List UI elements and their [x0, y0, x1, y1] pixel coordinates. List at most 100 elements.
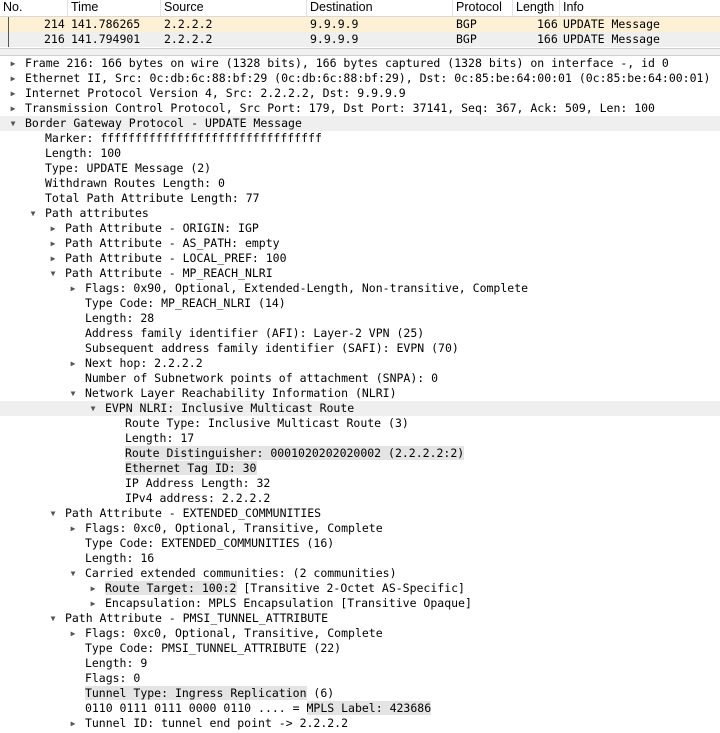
packet-row[interactable]: 214 141.786265 2.2.2.2 9.9.9.9 BGP 166 U…	[0, 17, 720, 32]
tree-item[interactable]: Type: UPDATE Message (2)	[0, 161, 720, 176]
tree-item[interactable]: ▶ Next hop: 2.2.2.2	[0, 356, 720, 371]
tree-item-label: Type Code: EXTENDED_COMMUNITIES (16)	[84, 536, 335, 550]
packet-no: 214	[44, 17, 65, 31]
tree-item[interactable]: ▶ Flags: 0x90, Optional, Extended-Length…	[0, 281, 720, 296]
tree-item[interactable]: Withdrawn Routes Length: 0	[0, 176, 720, 191]
tree-item[interactable]: ▶ Path Attribute - ORIGIN: IGP	[0, 221, 720, 236]
tree-item[interactable]: Marker: ffffffffffffffffffffffffffffffff	[0, 131, 720, 146]
col-info[interactable]: Info	[559, 0, 720, 16]
tree-item-label: Tunnel Type: Ingress Replication (6)	[84, 686, 334, 700]
collapse-arrow-icon[interactable]: ▼	[28, 206, 38, 221]
tree-item[interactable]: Type Code: EXTENDED_COMMUNITIES (16)	[0, 536, 720, 551]
tree-item[interactable]: ▶ Flags: 0xc0, Optional, Transitive, Com…	[0, 626, 720, 641]
tree-gap	[58, 251, 65, 265]
tree-gap	[58, 611, 65, 625]
tree-item[interactable]: ▶ Route Target: 100:2 [Transitive 2-Octe…	[0, 581, 720, 596]
tree-item[interactable]: ▼ Carried extended communities: (2 commu…	[0, 566, 720, 581]
tree-item[interactable]: 0110 0111 0111 0000 0110 .... = MPLS Lab…	[0, 701, 720, 716]
expand-arrow-icon[interactable]: ▶	[8, 71, 18, 86]
tree-item[interactable]: Length: 28	[0, 311, 720, 326]
packet-row[interactable]: 216 141.794901 2.2.2.2 9.9.9.9 BGP 166 U…	[0, 32, 720, 47]
tree-gap	[78, 311, 85, 325]
tree-item-label: Flags: 0xc0, Optional, Transitive, Compl…	[84, 521, 383, 535]
collapse-arrow-icon[interactable]: ▼	[68, 566, 78, 581]
expand-arrow-icon[interactable]: ▶	[68, 626, 78, 641]
expand-arrow-icon[interactable]: ▶	[88, 581, 98, 596]
tree-item[interactable]: Route Type: Inclusive Multicast Route (3…	[0, 416, 720, 431]
tree-item[interactable]: ▶ Ethernet II, Src: 0c:db:6c:88:bf:29 (0…	[0, 71, 720, 86]
expand-arrow-icon[interactable]: ▶	[68, 716, 78, 731]
tree-item-label: Path Attribute - AS_PATH: empty	[64, 236, 280, 250]
tree-item[interactable]: Length: 100	[0, 146, 720, 161]
collapse-arrow-icon[interactable]: ▼	[48, 506, 58, 521]
expand-arrow-icon[interactable]: ▶	[68, 281, 78, 296]
tree-item[interactable]: ▼ Path Attribute - EXTENDED_COMMUNITIES	[0, 506, 720, 521]
expand-arrow-icon[interactable]: ▶	[68, 521, 78, 536]
tree-item[interactable]: Type Code: MP_REACH_NLRI (14)	[0, 296, 720, 311]
col-no[interactable]: No.	[0, 0, 67, 16]
tree-item[interactable]: Tunnel Type: Ingress Replication (6)	[0, 686, 720, 701]
tree-item[interactable]: Length: 9	[0, 656, 720, 671]
packet-destination: 9.9.9.9	[310, 32, 359, 46]
expand-arrow-icon[interactable]: ▶	[68, 356, 78, 371]
collapse-arrow-icon[interactable]: ▼	[88, 401, 98, 416]
tree-item[interactable]: Ethernet Tag ID: 30	[0, 461, 720, 476]
tree-item[interactable]: ▶ Path Attribute - AS_PATH: empty	[0, 236, 720, 251]
tree-item[interactable]: ▼ Path attributes	[0, 206, 720, 221]
tree-gap	[78, 641, 85, 655]
tree-item[interactable]: ▶ Tunnel ID: tunnel end point -> 2.2.2.2	[0, 716, 720, 731]
tree-item[interactable]: ▶ Encapsulation: MPLS Encapsulation [Tra…	[0, 596, 720, 611]
tree-item[interactable]: ▼ Path Attribute - MP_REACH_NLRI	[0, 266, 720, 281]
collapse-arrow-icon[interactable]: ▼	[8, 116, 18, 131]
tree-item[interactable]: Route Distinguisher: 0001020202020002 (2…	[0, 446, 720, 461]
col-protocol[interactable]: Protocol	[452, 0, 512, 16]
expand-arrow-icon[interactable]: ▶	[48, 236, 58, 251]
tree-item[interactable]: IP Address Length: 32	[0, 476, 720, 491]
highlighted-field[interactable]: Ethernet Tag ID: 30	[124, 461, 257, 475]
highlighted-field[interactable]: MPLS Label: 423686	[306, 701, 432, 715]
tree-item[interactable]: Type Code: PMSI_TUNNEL_ATTRIBUTE (22)	[0, 641, 720, 656]
tree-item[interactable]: Length: 16	[0, 551, 720, 566]
tree-item[interactable]: ▶ Internet Protocol Version 4, Src: 2.2.…	[0, 86, 720, 101]
highlighted-field[interactable]: Route Distinguisher: 0001020202020002 (2…	[124, 446, 465, 460]
expand-arrow-icon[interactable]: ▶	[8, 101, 18, 116]
tree-item-label: Type Code: PMSI_TUNNEL_ATTRIBUTE (22)	[84, 641, 342, 655]
tree-gap	[58, 266, 65, 280]
col-time[interactable]: Time	[67, 0, 160, 16]
tree-item[interactable]: Subsequent address family identifier (SA…	[0, 341, 720, 356]
tree-item[interactable]: ▼ Path Attribute - PMSI_TUNNEL_ATTRIBUTE	[0, 611, 720, 626]
tree-item-label: Next hop: 2.2.2.2	[84, 356, 203, 370]
tree-item[interactable]: ▼ Border Gateway Protocol - UPDATE Messa…	[0, 116, 720, 131]
expand-arrow-icon[interactable]: ▶	[8, 86, 18, 101]
col-destination[interactable]: Destination	[306, 0, 452, 16]
expand-arrow-icon[interactable]: ▶	[88, 596, 98, 611]
tree-item[interactable]: Flags: 0	[0, 671, 720, 686]
tree-item[interactable]: Total Path Attribute Length: 77	[0, 191, 720, 206]
col-length[interactable]: Length	[512, 0, 559, 16]
tree-item[interactable]: ▶ Frame 216: 166 bytes on wire (1328 bit…	[0, 56, 720, 71]
tree-gap	[38, 206, 45, 220]
tree-item[interactable]: ▶ Flags: 0xc0, Optional, Transitive, Com…	[0, 521, 720, 536]
tree-item[interactable]: IPv4 address: 2.2.2.2	[0, 491, 720, 506]
tree-item[interactable]: Length: 17	[0, 431, 720, 446]
tree-item[interactable]: ▶ Path Attribute - LOCAL_PREF: 100	[0, 251, 720, 266]
expand-arrow-icon[interactable]: ▶	[48, 251, 58, 266]
related-packet-marker	[8, 17, 9, 32]
tree-gap	[78, 566, 85, 580]
expand-arrow-icon[interactable]: ▶	[48, 221, 58, 236]
pane-splitter[interactable]	[0, 48, 720, 56]
expand-arrow-icon[interactable]: ▶	[8, 56, 18, 71]
col-source[interactable]: Source	[160, 0, 306, 16]
packet-no: 216	[44, 32, 65, 46]
tree-item[interactable]: ▼ EVPN NLRI: Inclusive Multicast Route	[0, 401, 720, 416]
highlighted-field[interactable]: Tunnel Type: Ingress Replication	[84, 686, 307, 700]
collapse-arrow-icon[interactable]: ▼	[48, 611, 58, 626]
tree-item[interactable]: ▼ Network Layer Reachability Information…	[0, 386, 720, 401]
collapse-arrow-icon[interactable]: ▼	[68, 386, 78, 401]
tree-item[interactable]: Address family identifier (AFI): Layer-2…	[0, 326, 720, 341]
highlighted-field[interactable]: Route Target: 100:2	[104, 581, 237, 595]
tree-item[interactable]: Number of Subnetwork points of attachmen…	[0, 371, 720, 386]
tree-item-label: Path Attribute - EXTENDED_COMMUNITIES	[64, 506, 322, 520]
tree-item[interactable]: ▶ Transmission Control Protocol, Src Por…	[0, 101, 720, 116]
collapse-arrow-icon[interactable]: ▼	[48, 266, 58, 281]
